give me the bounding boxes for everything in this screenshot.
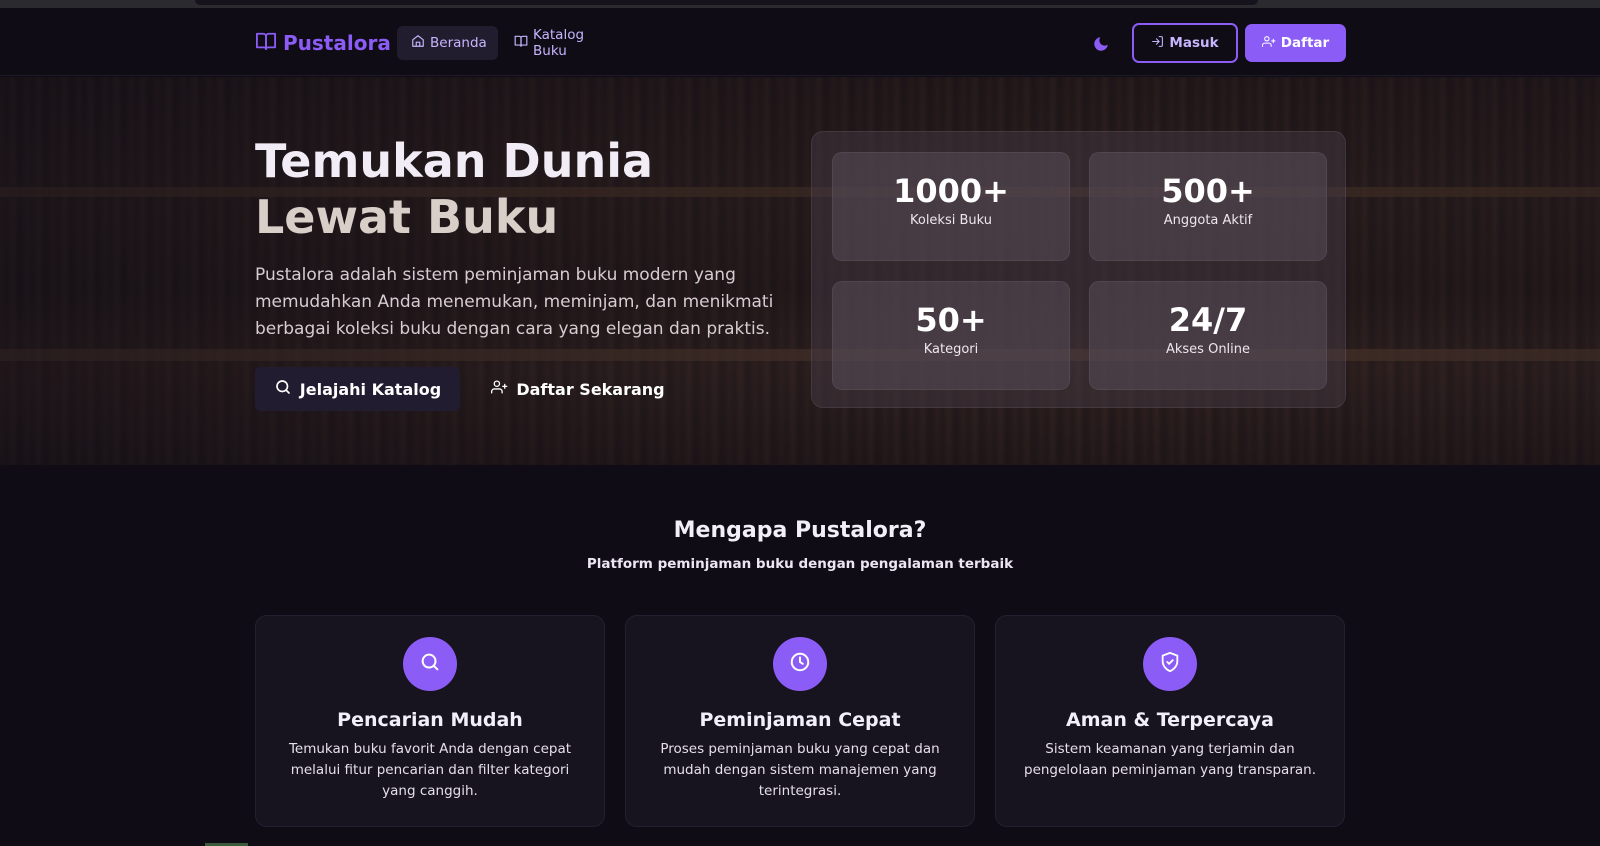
- book-icon: [514, 34, 528, 52]
- stat-value: 1000+: [893, 172, 1009, 210]
- register-now-button[interactable]: Daftar Sekarang: [483, 367, 673, 411]
- brand-name: Pustalora: [283, 31, 391, 55]
- why-section-title: Mengapa Pustalora?: [673, 518, 927, 543]
- explore-catalog-button[interactable]: Jelajahi Katalog: [255, 367, 460, 411]
- hero-title-line2: Lewat Buku: [255, 190, 559, 244]
- stat-card: 500+ Anggota Aktif: [1089, 152, 1327, 261]
- stat-value: 500+: [1161, 172, 1255, 210]
- nav-link-katalog-buku[interactable]: Katalog Buku: [500, 26, 630, 60]
- feature-card-search: Pencarian Mudah Temukan buku favorit And…: [255, 615, 605, 827]
- user-plus-icon: [491, 379, 508, 399]
- login-icon: [1151, 35, 1164, 52]
- stat-card: 50+ Kategori: [832, 281, 1070, 390]
- register-button[interactable]: Daftar: [1245, 24, 1346, 62]
- stats-panel: 1000+ Koleksi Buku 500+ Anggota Aktif 50…: [811, 131, 1346, 408]
- explore-catalog-label: Jelajahi Katalog: [299, 379, 442, 399]
- register-button-label: Daftar: [1280, 35, 1330, 51]
- stat-label: Anggota Aktif: [1163, 213, 1253, 228]
- stat-label: Kategori: [923, 342, 979, 357]
- feature-card-secure: Aman & Terpercaya Sistem keamanan yang t…: [995, 615, 1345, 827]
- feature-description: Temukan buku favorit Anda dengan cepat m…: [288, 741, 572, 799]
- feature-title: Pencarian Mudah: [337, 709, 523, 731]
- feature-icon-circle: [403, 637, 457, 691]
- hero-section: Temukan Dunia Lewat Buku Pustalora adala…: [0, 77, 1600, 465]
- why-section-subtitle: Platform peminjaman buku dengan pengalam…: [586, 556, 1014, 572]
- feature-title: Aman & Terpercaya: [1066, 709, 1274, 731]
- moon-icon: [1092, 35, 1110, 57]
- open-book-icon: [255, 31, 277, 56]
- stat-label: Akses Online: [1165, 342, 1251, 357]
- search-icon: [419, 651, 441, 677]
- hero-overlay: [0, 77, 1600, 465]
- feature-description: Proses peminjaman buku yang cepat dan mu…: [660, 741, 940, 799]
- stat-card: 24/7 Akses Online: [1089, 281, 1327, 390]
- theme-toggle-button[interactable]: [1087, 32, 1115, 60]
- stat-label: Koleksi Buku: [909, 213, 992, 228]
- user-plus-icon: [1261, 35, 1276, 52]
- stat-value: 24/7: [1168, 301, 1248, 339]
- home-icon: [411, 34, 425, 52]
- feature-icon-circle: [1143, 637, 1197, 691]
- stat-card: 1000+ Koleksi Buku: [832, 152, 1070, 261]
- feature-description: Sistem keamanan yang terjamin dan pengel…: [1024, 741, 1316, 778]
- hero-description: Pustalora adalah sistem peminjaman buku …: [255, 265, 774, 339]
- brand-logo[interactable]: Pustalora: [255, 28, 391, 58]
- search-icon: [274, 378, 292, 400]
- browser-top-strip: [0, 0, 1600, 8]
- feature-card-fast-loan: Peminjaman Cepat Proses peminjaman buku …: [625, 615, 975, 827]
- register-now-label: Daftar Sekarang: [516, 379, 665, 399]
- hero-title: Temukan Dunia Lewat Buku: [255, 133, 795, 245]
- shield-check-icon: [1159, 651, 1181, 677]
- nav-link-label: Beranda: [430, 35, 487, 51]
- feature-icon-circle: [773, 637, 827, 691]
- navbar: Pustalora Beranda Katalog Buku Masuk Daf…: [0, 8, 1600, 76]
- login-button[interactable]: Masuk: [1132, 23, 1238, 63]
- browser-tab-strip: [195, 0, 1258, 5]
- stat-value: 50+: [915, 301, 987, 339]
- hero-title-line1: Temukan Dunia: [255, 134, 654, 188]
- feature-title: Peminjaman Cepat: [699, 709, 901, 731]
- nav-link-label: Katalog Buku: [533, 27, 585, 59]
- login-button-label: Masuk: [1169, 35, 1219, 51]
- clock-icon: [789, 651, 811, 677]
- nav-link-beranda[interactable]: Beranda: [397, 26, 498, 60]
